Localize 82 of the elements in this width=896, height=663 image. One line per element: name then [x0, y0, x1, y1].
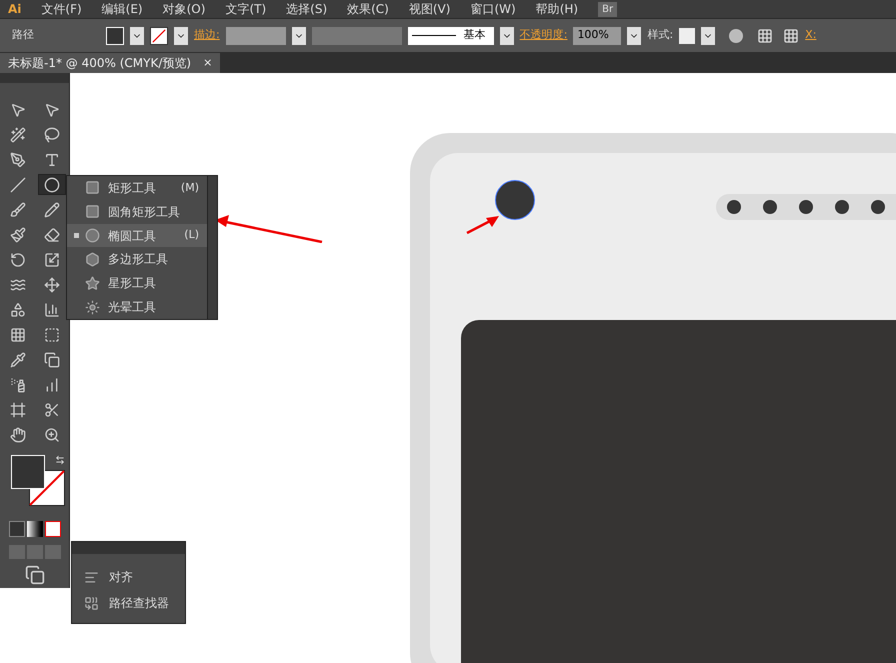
flyout-menu-item[interactable]: 圆角矩形工具 [67, 200, 207, 224]
stroke-label[interactable]: 描边: [194, 27, 220, 44]
screen-mode-icon[interactable] [24, 565, 44, 585]
pen-icon [10, 152, 26, 168]
menu-item[interactable]: 窗口(W) [470, 0, 516, 18]
flyout-menu-item[interactable]: 多边形工具 [67, 247, 207, 272]
color-mode-button[interactable] [8, 521, 24, 537]
close-icon[interactable]: × [203, 54, 212, 72]
x-label: X: [805, 27, 816, 44]
app-logo: Ai [8, 1, 22, 18]
ellipse-icon [44, 176, 60, 192]
brush-icon [10, 202, 26, 218]
none-mode-button[interactable] [44, 521, 60, 537]
grid-icon [10, 326, 26, 342]
object-type-label: 路径 [12, 27, 35, 44]
style-swatch[interactable] [679, 28, 696, 44]
dashed-square-icon [44, 326, 60, 342]
stroke-weight-field[interactable] [226, 26, 286, 44]
lasso-icon [44, 126, 60, 142]
grid-icon[interactable] [783, 28, 800, 44]
menu-item[interactable]: 文件(F) [41, 0, 82, 18]
recolor-icon[interactable] [729, 28, 744, 42]
menu-item[interactable]: 视图(V) [408, 0, 450, 18]
shapes-icon [10, 302, 26, 318]
flare-icon [85, 300, 100, 315]
opacity-field[interactable]: 100% [573, 26, 622, 44]
flyout-menu-item[interactable]: 星形工具 [67, 271, 207, 296]
swap-icon[interactable] [54, 455, 64, 465]
line-style-field[interactable]: 基本 [408, 26, 494, 44]
flyout-menu-item[interactable]: 椭圆工具 (L) [67, 224, 207, 248]
line-icon [10, 176, 26, 192]
bar-chart-icon [44, 376, 60, 392]
tool-button[interactable] [38, 174, 66, 195]
rounded-rectangle-icon [85, 204, 100, 220]
brush-icon [10, 226, 26, 242]
rotate-icon [10, 252, 26, 268]
menu-item[interactable]: 效果(C) [347, 0, 389, 18]
opacity-label[interactable]: 不透明度: [520, 27, 568, 44]
frame-icon [10, 402, 26, 418]
bridge-button[interactable]: Br [598, 2, 618, 16]
menu-item[interactable]: 对象(O) [162, 0, 206, 18]
selected-bullet-icon [74, 233, 78, 238]
zoom-icon [44, 426, 60, 442]
bar-chart-icon [44, 302, 60, 318]
flyout-menu-item[interactable]: 光晕工具 [67, 295, 207, 319]
gradient-mode-button[interactable] [26, 521, 42, 537]
eyedropper-icon [10, 352, 26, 368]
hand-icon [10, 426, 26, 442]
eraser-icon [44, 226, 60, 242]
scissors-icon [44, 402, 60, 418]
align-icon [84, 570, 99, 584]
ellipse-icon [85, 228, 100, 244]
fill-stroke-swatches-icon[interactable] [10, 455, 64, 507]
flyout-menu-item[interactable]: 矩形工具 (M) [67, 176, 207, 200]
line-style-label: 基本 [464, 27, 486, 44]
magic-wand-icon [10, 126, 26, 142]
type-icon [44, 152, 60, 168]
style-label: 样式: [647, 27, 674, 44]
menu-item[interactable]: 选择(S) [286, 0, 328, 18]
panel-item[interactable]: 对齐 [84, 568, 185, 586]
document-tab[interactable]: 未标题-1* @ 400% (CMYK/预览) × [0, 53, 220, 73]
panel-item[interactable]: 路径查找器 [84, 594, 185, 612]
menu-item[interactable]: 文字(T) [225, 0, 266, 18]
fill-swatch[interactable] [106, 26, 124, 44]
pointer-icon [44, 102, 60, 118]
line-sample-icon [412, 35, 456, 36]
rectangle-icon [85, 180, 100, 196]
hexagon-icon [85, 252, 100, 267]
pencil-icon [44, 202, 60, 218]
pointer-icon [10, 102, 26, 118]
wave-icon [10, 276, 26, 292]
stroke-swatch[interactable] [150, 26, 168, 44]
grid-icon[interactable] [757, 28, 774, 44]
menu-item[interactable]: 编辑(E) [102, 0, 143, 18]
menu-item[interactable]: 帮助(H) [536, 0, 578, 18]
document-title: 未标题-1* @ 400% (CMYK/预览) [8, 55, 192, 72]
star-icon [85, 276, 100, 291]
move-icon [44, 276, 60, 292]
annotation-arrow [466, 214, 500, 234]
scale-icon [44, 252, 60, 268]
spray-can-icon [10, 376, 26, 392]
variable-width-field[interactable] [312, 26, 402, 44]
